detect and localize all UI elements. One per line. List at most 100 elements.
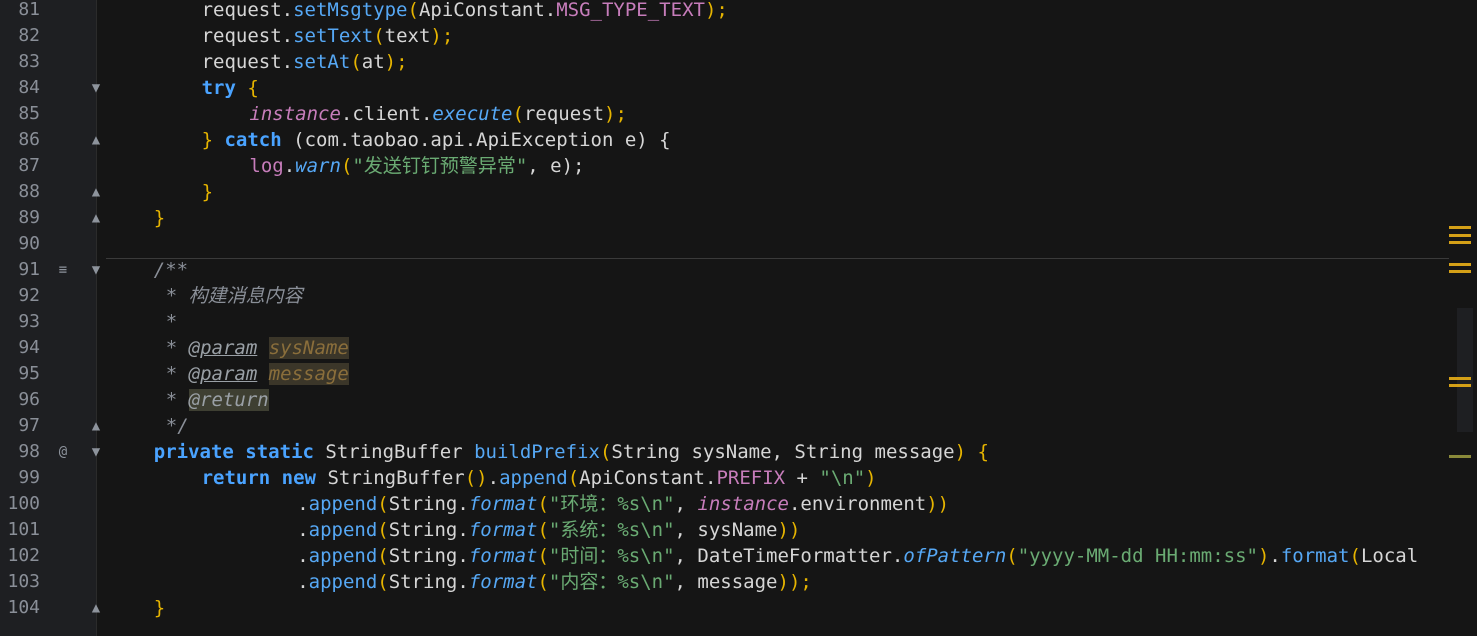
code-token: ( [373,25,385,47]
gutter-line[interactable]: 88 ▲ [0,179,100,205]
gutter-line[interactable]: 97 ▲ [0,413,100,439]
scrollbar-thumb[interactable] [1457,308,1473,432]
gutter-line[interactable]: 98 @ ▼ [0,439,100,465]
code-line[interactable]: request.setAt(at); [202,49,408,75]
fold-close-icon[interactable]: ▲ [87,179,105,205]
code-line[interactable]: private static StringBuffer buildPrefix(… [154,439,989,465]
code-token: append [308,493,378,515]
gutter-line[interactable]: 94 [0,335,96,361]
code-line[interactable]: return new StringBuffer().append(ApiCons… [202,465,877,491]
scroll-marker [1449,263,1471,266]
code-token: "时间：%s\n" [548,545,675,567]
code-token: setMsgtype [293,0,408,21]
gutter-line[interactable]: 90 [0,231,96,257]
code-line[interactable]: request.setMsgtype(ApiConstant.MSG_TYPE_… [202,0,728,23]
code-token: ) [1257,545,1270,567]
code-token: .client. [340,103,433,125]
code-token: ); [604,103,627,125]
line-number: 85 [18,103,40,124]
line-number: 103 [7,571,40,592]
gutter-line[interactable]: 103 [0,569,96,595]
fold-close-icon[interactable]: ▲ [87,127,105,153]
gutter-line[interactable]: 83 [0,49,96,75]
code-token: { [235,77,259,99]
fold-close-icon[interactable]: ▲ [87,595,105,621]
code-area[interactable]: request.setMsgtype(ApiConstant.MSG_TYPE_… [106,0,1477,636]
code-line[interactable]: */ [166,413,189,439]
code-line[interactable]: .append(String.format("环境：%s\n", instanc… [297,491,949,517]
line-number: 102 [7,545,40,566]
gutter-line[interactable]: 89 ▲ [0,205,100,231]
gutter-line[interactable]: 92 [0,283,96,309]
fold-open-icon[interactable]: ▼ [87,439,105,465]
fold-open-icon[interactable]: ▼ [87,257,105,283]
gutter-line[interactable]: 85 [0,101,96,127]
gutter-line[interactable]: 87 [0,153,96,179]
line-gutter[interactable]: 81 82 83 84 ▼ 85 86 ▲ 87 88 ▲ 89 ▲ 90 91 ≡ ▼ 92 93 94 95 96 97… [0,0,100,636]
code-token: format [468,493,538,515]
code-line[interactable]: } [202,179,213,205]
fold-close-icon[interactable]: ▲ [87,413,105,439]
code-line[interactable]: try { [202,75,259,101]
gutter-line[interactable]: 91 ≡ ▼ [0,257,100,283]
code-token: instance [697,493,789,515]
gutter-line[interactable]: 101 [0,517,96,543]
code-line[interactable]: * [166,309,177,335]
code-line[interactable]: .append(String.format("时间：%s\n", DateTim… [297,543,1418,569]
code-line[interactable]: } catch (com.taobao.api.ApiException e) … [202,127,671,153]
gutter-line[interactable]: 81 [0,0,96,23]
code-token: . [297,493,309,515]
gutter-line[interactable]: 95 [0,361,96,387]
code-token: text [384,25,431,47]
code-token: } [201,129,225,151]
code-editor[interactable]: 81 82 83 84 ▼ 85 86 ▲ 87 88 ▲ 89 ▲ 90 91 ≡ ▼ 92 93 94 95 96 97… [0,0,1477,636]
fold-open-icon[interactable]: ▼ [87,75,105,101]
code-token: request. [201,0,294,21]
line-number: 81 [18,0,40,20]
code-line[interactable]: } [154,595,165,621]
gutter-line[interactable]: 86 ▲ [0,127,100,153]
code-token: ( [407,0,419,21]
code-token: String sysName, String message [611,441,955,463]
gutter-line[interactable]: 93 [0,309,96,335]
code-line[interactable]: * @param message [166,361,349,387]
code-token: return new [201,467,328,489]
code-line[interactable]: * @param sysName [166,335,349,361]
doc-render-icon[interactable]: ≡ [54,257,72,283]
code-token: } [201,181,214,203]
gutter-line[interactable]: 96 [0,387,96,413]
code-line[interactable]: * 构建消息内容 [166,283,303,309]
code-token: } [153,597,166,619]
code-line[interactable]: .append(String.format("系统：%s\n", sysName… [297,517,800,543]
code-line[interactable]: request.setText(text); [202,23,454,49]
code-token: ) { [954,441,989,463]
line-number: 83 [18,51,40,72]
gutter-line[interactable]: 99 [0,465,96,491]
code-line[interactable]: .append(String.format("内容：%s\n", message… [297,569,812,595]
gutter-line[interactable]: 100 [0,491,96,517]
code-line[interactable]: * @return [166,387,269,413]
code-token: ); [704,0,728,21]
code-token: + [785,467,820,489]
code-token: PREFIX [716,467,786,489]
code-token: request. [201,25,294,47]
code-token: . [297,519,309,541]
vertical-scrollbar[interactable] [1449,0,1477,636]
gutter-line[interactable]: 102 [0,543,96,569]
code-token: . [297,571,309,593]
code-line[interactable]: log.warn("发送钉钉预警异常", e); [249,153,584,179]
override-marker-icon[interactable]: @ [54,439,72,465]
gutter-line[interactable]: 104 ▲ [0,595,100,621]
code-token: @return [188,389,269,411]
code-token: ( [567,467,580,489]
fold-close-icon[interactable]: ▲ [87,205,105,231]
gutter-line[interactable]: 82 [0,23,96,49]
code-line[interactable]: /** [154,257,188,283]
code-token: request [523,103,605,125]
code-token: at [361,51,385,73]
code-line[interactable]: instance.client.execute(request); [249,101,627,127]
gutter-line[interactable]: 84 ▼ [0,75,100,101]
code-line[interactable]: } [154,205,165,231]
line-number: 96 [18,389,40,410]
